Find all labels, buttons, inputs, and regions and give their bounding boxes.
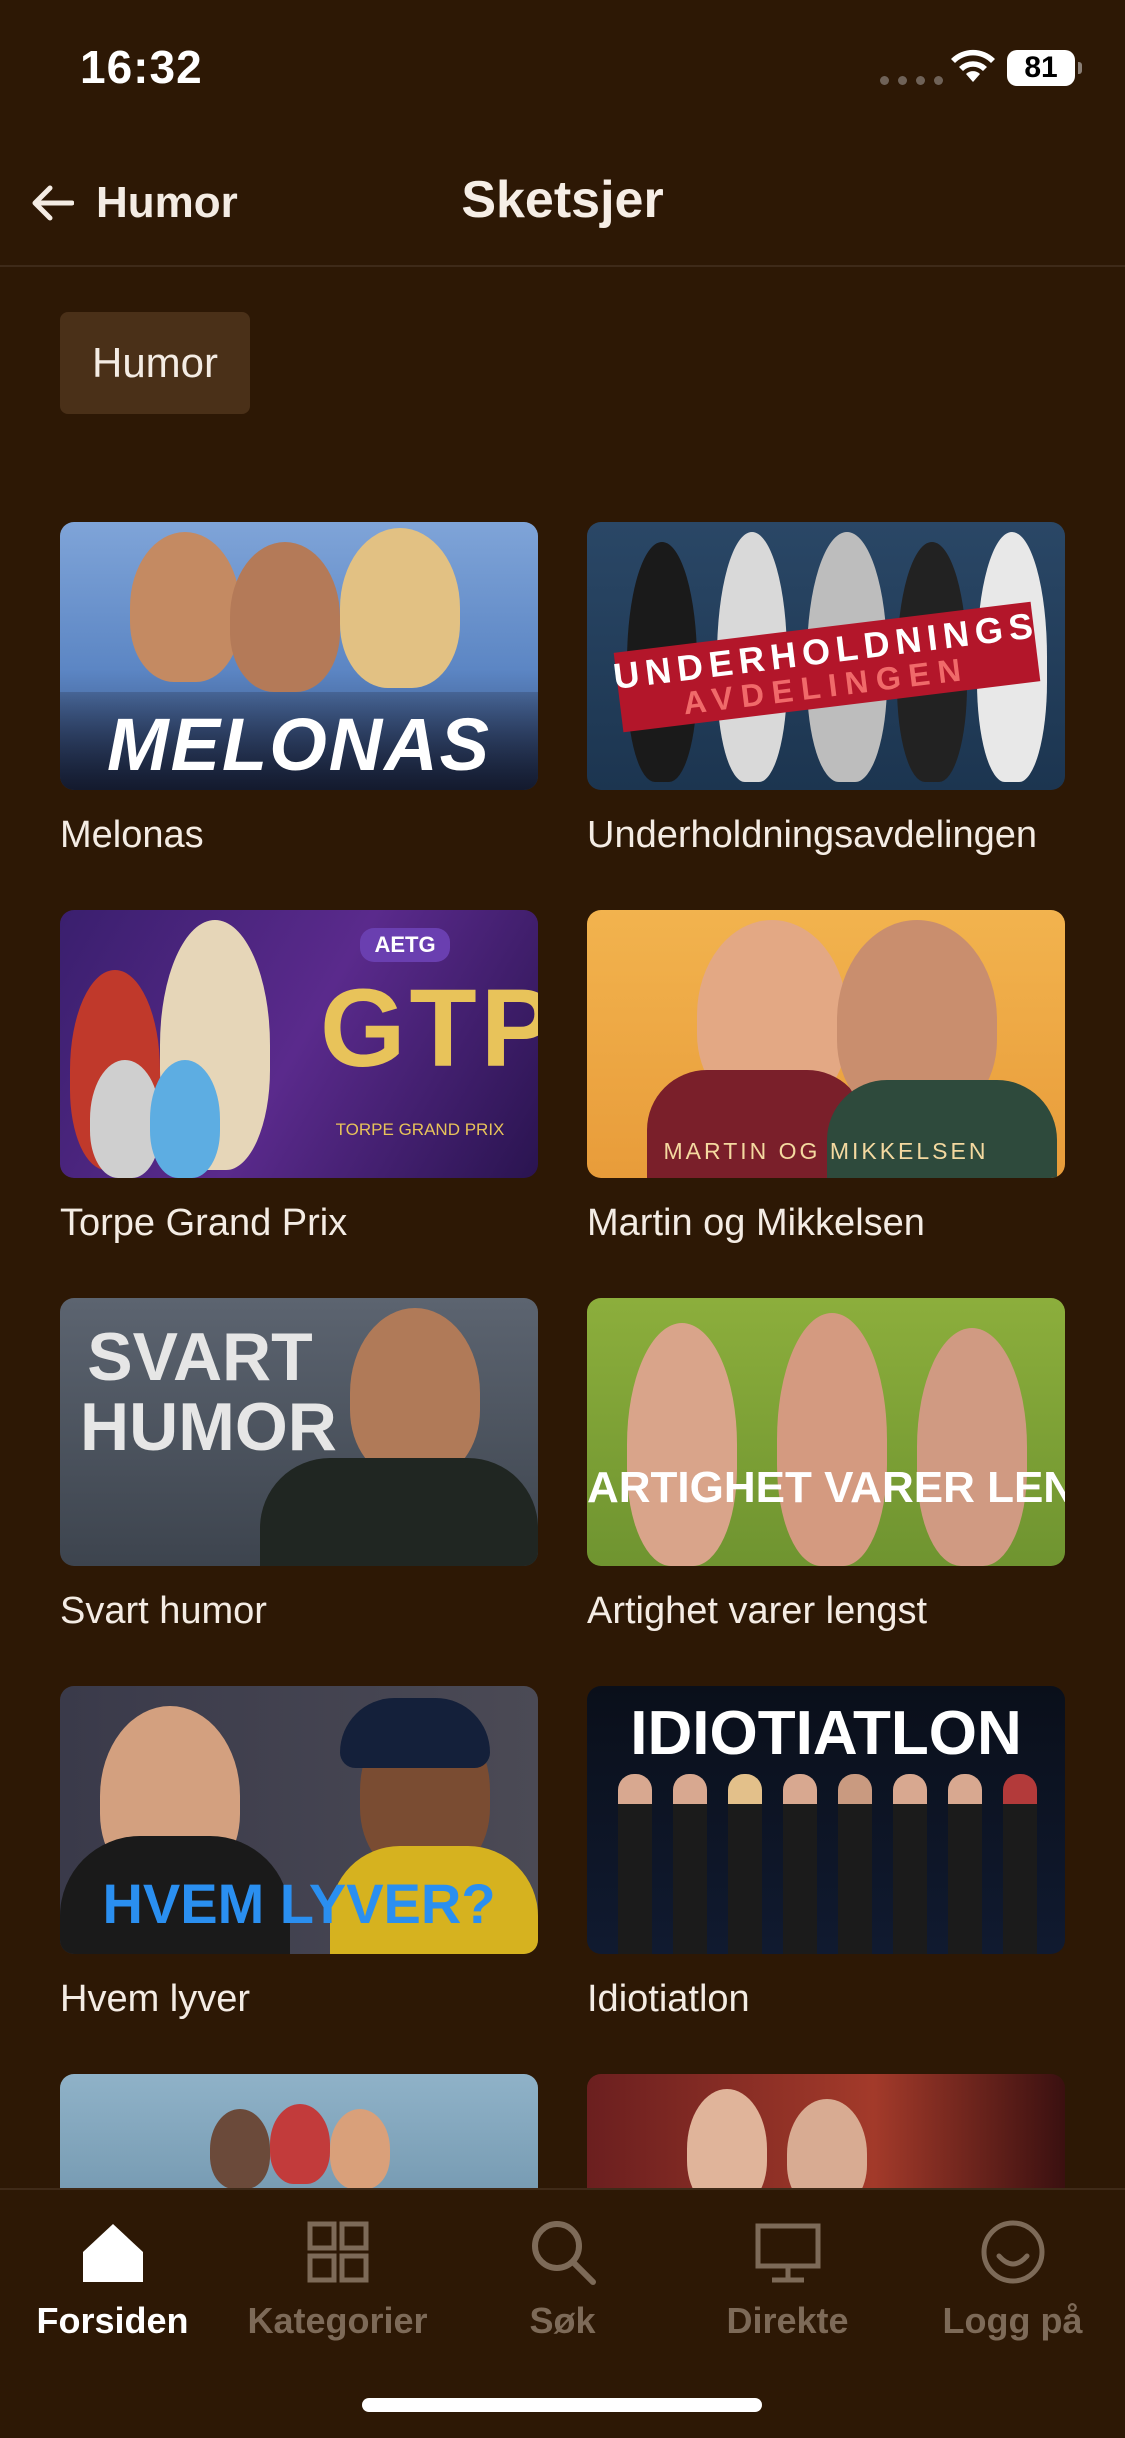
home-indicator bbox=[362, 2398, 762, 2412]
show-card-svart-humor[interactable]: SVART HUMOR Svart humor bbox=[60, 1298, 538, 1633]
nav-label: Direkte bbox=[726, 2300, 849, 2341]
show-title: Underholdningsavdelingen bbox=[587, 814, 1038, 856]
thumbnail-logo-text: HVEM LYVER? bbox=[102, 1872, 496, 1935]
show-title: Artighet varer lengst bbox=[587, 1590, 928, 1632]
nav-label: Logg på bbox=[942, 2300, 1083, 2341]
show-thumbnail: AETG GTP TORPE GRAND PRIX bbox=[60, 910, 538, 1178]
nav-item-kategorier[interactable]: Kategorier bbox=[225, 2204, 450, 2342]
thumbnail-logo-text: IDIOTIATLON bbox=[630, 1699, 1022, 1768]
nav-item-forsiden[interactable]: Forsiden bbox=[0, 2204, 225, 2342]
nav-label: Kategorier bbox=[247, 2300, 428, 2341]
show-thumbnail: IDIOTIATLON bbox=[587, 1686, 1065, 1954]
tv-icon bbox=[755, 2223, 820, 2283]
show-title: Svart humor bbox=[60, 1590, 267, 1632]
filter-chip-humor[interactable]: Humor bbox=[60, 312, 250, 414]
thumbnail-logo-text: MARTIN OG MIKKELSEN bbox=[663, 1138, 989, 1164]
show-title: Torpe Grand Prix bbox=[60, 1202, 348, 1244]
thumbnail-badge: AETG bbox=[360, 928, 450, 962]
status-bar: 16:32 81 bbox=[0, 0, 1125, 135]
battery-icon: 81 bbox=[1007, 50, 1082, 86]
show-thumbnail: SVART HUMOR bbox=[60, 1298, 538, 1566]
show-title: Martin og Mikkelsen bbox=[587, 1202, 925, 1244]
show-card-artighet-varer-lengst[interactable]: ARTIGHET VARER LENGST Artighet varer len… bbox=[587, 1298, 1065, 1633]
nav-item-direkte[interactable]: Direkte bbox=[675, 2204, 900, 2342]
show-thumbnail: MELONAS bbox=[60, 522, 538, 790]
show-card-torpe-grand-prix[interactable]: AETG GTP TORPE GRAND PRIX Torpe Grand Pr… bbox=[60, 910, 538, 1245]
profile-icon bbox=[981, 2220, 1044, 2284]
nav-item-logg-pa[interactable]: Logg på bbox=[900, 2204, 1125, 2342]
page-header: Humor Sketsjer bbox=[0, 140, 1125, 267]
show-title: Hvem lyver bbox=[60, 1978, 251, 2020]
show-title: Melonas bbox=[60, 814, 204, 856]
show-thumbnail: ARTIGHET VARER LENGST bbox=[587, 1298, 1065, 1566]
home-icon bbox=[82, 2224, 143, 2282]
thumbnail-logo-text: ARTIGHET VARER LENGST bbox=[587, 1463, 1065, 1512]
show-thumbnail: MARTIN OG MIKKELSEN bbox=[587, 910, 1065, 1178]
page-title: Sketsjer bbox=[461, 171, 664, 229]
status-time: 16:32 bbox=[80, 41, 203, 93]
show-card-hvem-lyver[interactable]: HVEM LYVER? Hvem lyver bbox=[60, 1686, 538, 2021]
show-title: Idiotiatlon bbox=[587, 1978, 750, 2020]
grid-icon bbox=[307, 2221, 368, 2283]
show-card-melonas[interactable]: MELONAS Melonas bbox=[60, 522, 538, 857]
thumbnail-logo-text-line1: SVART bbox=[87, 1319, 313, 1395]
nav-item-sok[interactable]: Søk bbox=[450, 2204, 675, 2342]
wifi-icon bbox=[951, 49, 995, 82]
search-icon bbox=[531, 2221, 596, 2285]
show-card-underholdningsavdelingen[interactable]: UNDERHOLDNINGS AVDELINGEN Underholdnings… bbox=[587, 522, 1065, 857]
show-card-idiotiatlon[interactable]: IDIOTIATLON Idiotiatlon bbox=[587, 1686, 1065, 2021]
nav-label: Forsiden bbox=[36, 2300, 189, 2341]
show-thumbnail: UNDERHOLDNINGS AVDELINGEN bbox=[587, 522, 1065, 790]
thumbnail-logo-text: MELONAS bbox=[107, 703, 491, 786]
thumbnail-subtitle: TORPE GRAND PRIX bbox=[335, 1120, 505, 1139]
cellular-signal-icon bbox=[880, 76, 943, 85]
thumbnail-logo-text: GTP bbox=[320, 967, 538, 1090]
show-thumbnail: HVEM LYVER? bbox=[60, 1686, 538, 1954]
thumbnail-logo-text-line2: HUMOR bbox=[80, 1389, 337, 1465]
nav-label: Søk bbox=[529, 2300, 596, 2341]
show-card-martin-og-mikkelsen[interactable]: MARTIN OG MIKKELSEN Martin og Mikkelsen bbox=[587, 910, 1065, 1245]
